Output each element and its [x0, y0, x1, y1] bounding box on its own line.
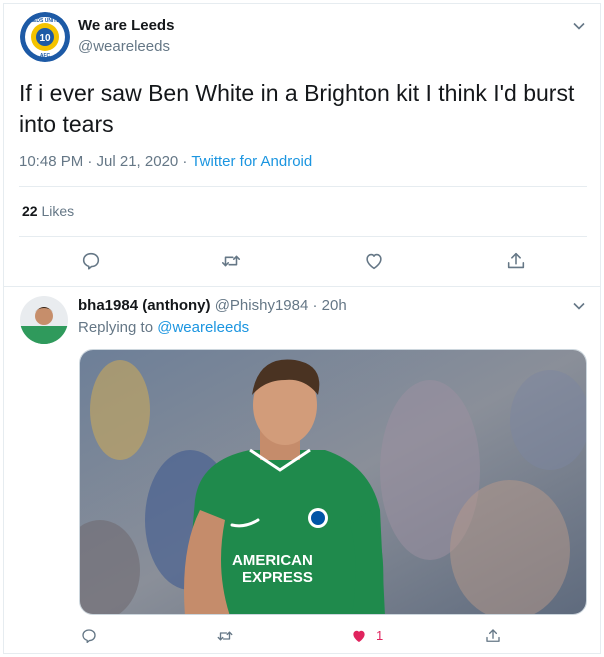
avatar[interactable]: 10 LEEDS UNITED AFC	[20, 12, 70, 62]
chevron-down-icon[interactable]	[573, 20, 585, 32]
heart-filled-icon[interactable]	[350, 627, 370, 647]
reply-photo[interactable]: AMERICAN EXPRESS	[79, 349, 587, 615]
reply-header: bha1984 (anthony) @Phishy1984 · 20h	[78, 297, 347, 314]
reply-icon[interactable]	[80, 627, 100, 647]
likes-count: 22	[22, 203, 38, 219]
retweet-icon[interactable]	[220, 250, 242, 272]
sponsor-text-2: EXPRESS	[242, 569, 313, 586]
replying-to-link[interactable]: @weareleeds	[157, 319, 249, 336]
retweet-icon[interactable]	[216, 627, 236, 647]
share-icon[interactable]	[484, 627, 504, 647]
tweet-meta: 10:48 PM · Jul 21, 2020 · Twitter for An…	[19, 153, 312, 170]
reply-like-count: 1	[376, 628, 384, 643]
avatar-text-bottom: AFC	[40, 53, 51, 59]
svg-text:10: 10	[39, 33, 51, 44]
divider	[19, 236, 587, 237]
reply-author-handle[interactable]: @Phishy1984 · 20h	[211, 297, 347, 314]
author-name[interactable]: We are Leeds	[78, 17, 174, 34]
replying-to: Replying to @weareleeds	[78, 319, 249, 336]
reply-avatar[interactable]	[20, 296, 68, 344]
reply-icon[interactable]	[80, 250, 102, 272]
source-link[interactable]: Twitter for Android	[191, 153, 312, 170]
divider	[3, 286, 601, 287]
likes-stat[interactable]: 22 Likes	[22, 203, 74, 219]
heart-icon[interactable]	[363, 250, 385, 272]
reply-author-name[interactable]: bha1984 (anthony)	[78, 297, 211, 314]
tweet-text: If i ever saw Ben White in a Brighton ki…	[19, 80, 575, 137]
share-icon[interactable]	[505, 250, 527, 272]
divider	[19, 186, 587, 187]
avatar-text-top: LEEDS UNITED	[27, 18, 64, 24]
chevron-down-icon[interactable]	[573, 300, 585, 312]
timestamp[interactable]: 10:48 PM · Jul 21, 2020 ·	[19, 153, 191, 170]
likes-label: Likes	[37, 203, 75, 219]
author-handle[interactable]: @weareleeds	[78, 38, 170, 55]
sponsor-text-1: AMERICAN	[232, 552, 313, 569]
replying-prefix: Replying to	[78, 319, 158, 336]
